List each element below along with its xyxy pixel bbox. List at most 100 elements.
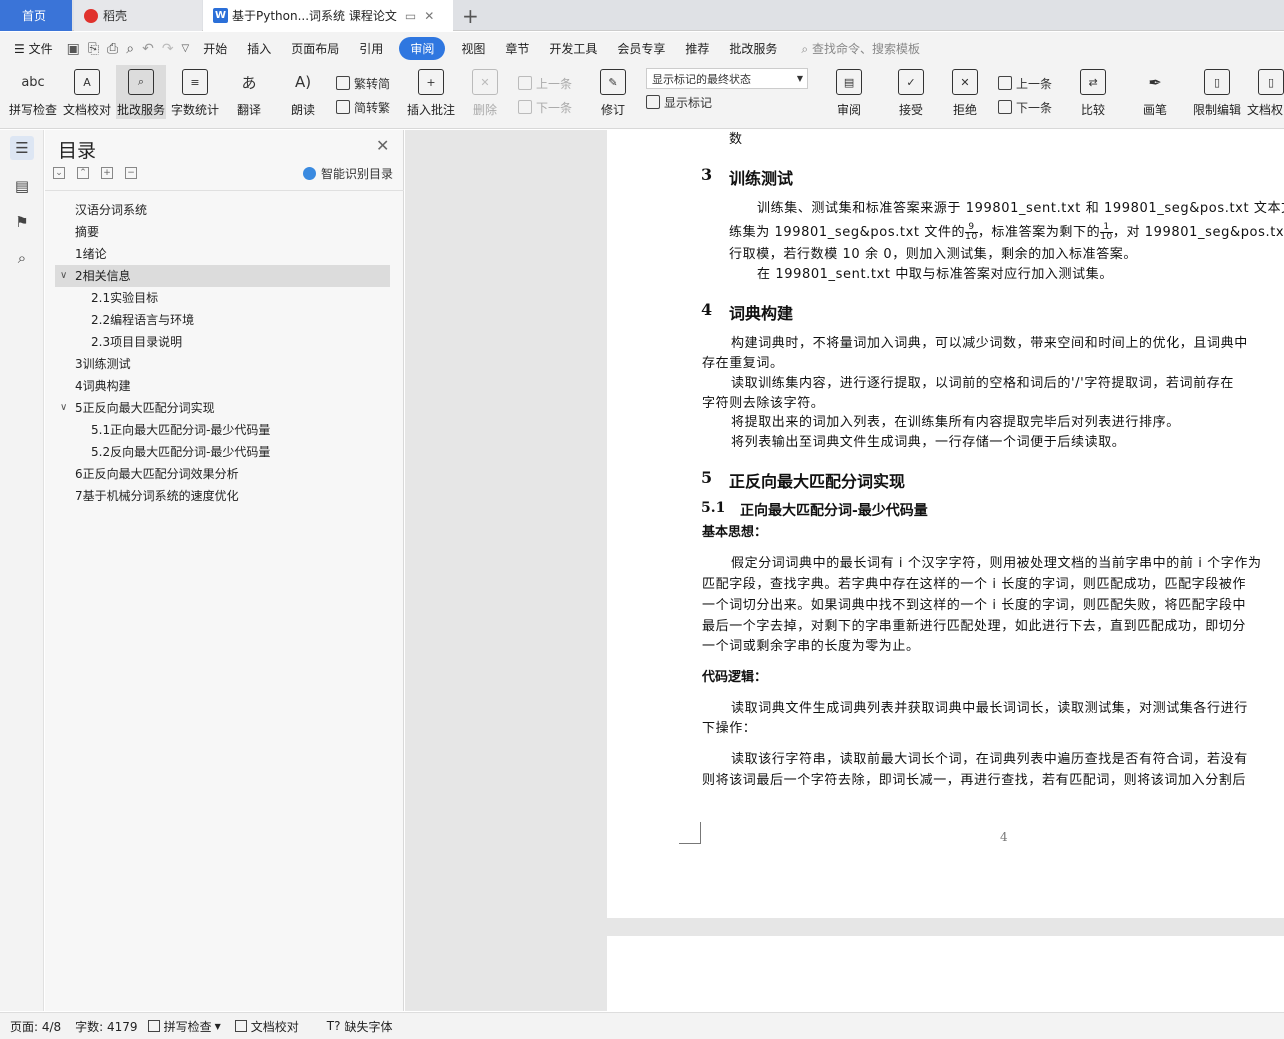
correction-service-button[interactable]: ⌕ 批改服务 <box>116 65 166 119</box>
prev-comment-button[interactable]: 上一条 <box>518 71 572 95</box>
tab-close-icon[interactable]: ✕ <box>424 9 434 23</box>
spellcheck-button[interactable]: abc 拼写检查 <box>8 65 58 119</box>
remove-heading-icon[interactable]: − <box>125 167 137 179</box>
page-margin-corner <box>679 822 701 844</box>
redo-icon[interactable]: ↷ <box>162 41 174 57</box>
trad-to-simp-button[interactable]: 繁转简 <box>336 71 390 95</box>
smart-toc-icon <box>303 167 316 180</box>
compare-button[interactable]: ⇄ 比较 <box>1068 65 1118 119</box>
page-indicator[interactable]: 页面: 4/8 <box>10 1018 61 1035</box>
collapse-all-icon[interactable]: ⌄ <box>53 167 65 179</box>
toc-item[interactable]: 4词典构建 <box>45 375 404 397</box>
menu-item-recommend[interactable]: 推荐 <box>685 40 709 57</box>
wordcount-label: 字数统计 <box>170 103 219 117</box>
toc-item[interactable]: 7基于机械分词系统的速度优化 <box>45 485 404 507</box>
menu-item-start[interactable]: 开始 <box>203 40 227 57</box>
undo-icon[interactable]: ↶ <box>142 41 154 57</box>
translate-button[interactable]: あ翻译 <box>224 65 274 119</box>
save-icon[interactable]: ▣ <box>67 41 80 57</box>
word-count[interactable]: 字数: 4179 <box>75 1018 137 1035</box>
quick-access-dropdown-icon[interactable]: ▽ <box>182 43 190 54</box>
delete-comment-button[interactable]: ✕ 删除 <box>460 65 510 119</box>
close-icon[interactable]: ✕ <box>376 136 389 155</box>
next-comment-button[interactable]: 下一条 <box>518 95 572 119</box>
search-icon[interactable]: ⌕ <box>10 246 34 270</box>
outline-icon[interactable]: ☰ <box>10 136 34 160</box>
menu-item-member[interactable]: 会员专享 <box>617 40 665 57</box>
menu-item-layout[interactable]: 页面布局 <box>291 40 339 57</box>
read-aloud-button[interactable]: A) 朗读 <box>278 65 328 119</box>
status-spellcheck[interactable]: 拼写检查 ▼ <box>147 1018 221 1035</box>
accept-button[interactable]: ✓ 接受 <box>886 65 936 119</box>
review-pane-button[interactable]: ▤ 审阅 <box>824 65 874 119</box>
command-search[interactable]: ⌕ 查找命令、搜索模板 <box>801 40 920 57</box>
file-menu[interactable]: ☰ 文件 <box>14 40 53 57</box>
body-text: 假定分词词典中的最长词有 i 个汉字字符，则用被处理文档的当前字串中的前 i 个… <box>731 556 1262 571</box>
ribbon-toolbar: abc 拼写检查 A 文档校对 ⌕ 批改服务 ≡ 字数统计 あ翻译 A) 朗读 繁转简 简… <box>0 65 1284 129</box>
toc-item[interactable]: 3训练测试 <box>45 353 404 375</box>
toc-item[interactable]: 摘要 <box>45 221 404 243</box>
reject-button[interactable]: ✕ 拒绝 <box>940 65 990 119</box>
add-heading-icon[interactable]: + <box>101 167 113 179</box>
tab-home-label: 首页 <box>22 9 47 23</box>
doccheck-button[interactable]: A 文档校对 <box>62 65 112 119</box>
compare-icon: ⇄ <box>1080 69 1107 95</box>
doc-rights-button[interactable]: ▯ 文档权限 <box>1246 65 1284 119</box>
menu-item-developer[interactable]: 开发工具 <box>549 40 597 57</box>
simp-to-trad-button[interactable]: 简转繁 <box>336 95 390 119</box>
toc-item[interactable]: 5.2反向最大匹配分词-最少代码量 <box>45 441 404 463</box>
toc-item[interactable]: ∨ 5正反向最大匹配分词实现 <box>45 397 404 419</box>
chapter-icon[interactable]: ▤ <box>10 174 34 198</box>
tab-pin-icon[interactable]: ▭ <box>405 9 416 23</box>
show-markup-button[interactable]: 显示标记 <box>646 89 808 115</box>
status-missing-font[interactable]: T? 缺失字体 <box>327 1018 393 1035</box>
insert-comment-button[interactable]: + 插入批注 <box>406 65 456 119</box>
toc-item-selected[interactable]: ∨ 2相关信息 <box>55 265 390 287</box>
pen-label: 画笔 <box>1143 103 1168 117</box>
tab-home[interactable]: 首页 <box>0 0 72 31</box>
smart-toc-button[interactable]: 智能识别目录 <box>303 165 393 182</box>
print-icon[interactable]: ⎙ <box>107 41 118 57</box>
chevron-down-icon: ▼ <box>796 74 804 83</box>
tab-document-label: 基于Python...词系统 课程论文 <box>232 9 397 23</box>
toc-item[interactable]: 2.3项目目录说明 <box>45 331 404 353</box>
tab-daoke[interactable]: 稻壳 <box>74 0 202 31</box>
status-doccheck[interactable]: 文档校对 <box>234 1018 299 1035</box>
expand-up-icon[interactable]: ⌃ <box>77 167 89 179</box>
print-preview-icon[interactable]: ⌕ <box>126 41 134 57</box>
toc-item[interactable]: 汉语分词系统 <box>45 199 404 221</box>
fraction: 9 10 <box>965 223 978 242</box>
menu-item-correction[interactable]: 批改服务 <box>729 40 777 57</box>
body-text: 将列表输出至词典文件生成词典，一行存储一个词便于后续读取。 <box>731 435 1126 450</box>
menu-item-view[interactable]: 视图 <box>461 40 485 57</box>
toc-item[interactable]: 2.2编程语言与环境 <box>45 309 404 331</box>
next-change-button[interactable]: 下一条 <box>998 95 1052 119</box>
toc-item[interactable]: 5.1正向最大匹配分词-最少代码量 <box>45 419 404 441</box>
pen-button[interactable]: ✒ 画笔 <box>1130 65 1180 119</box>
chevron-down-icon[interactable]: ∨ <box>60 397 67 419</box>
menu-item-insert[interactable]: 插入 <box>247 40 271 57</box>
menu-item-references[interactable]: 引用 <box>359 40 383 57</box>
document-page[interactable] <box>607 936 1284 1011</box>
document-page[interactable]: 数 3 训练测试 训练集、测试集和标准答案来源于 199801_sent.txt… <box>607 130 1284 918</box>
toc-item[interactable]: 6正反向最大匹配分词效果分析 <box>45 463 404 485</box>
restrict-edit-button[interactable]: ▯ 限制编辑 <box>1192 65 1242 119</box>
new-tab-button[interactable]: + <box>462 4 479 28</box>
toc-item[interactable]: 1绪论 <box>45 243 404 265</box>
prev-change-button[interactable]: 上一条 <box>998 71 1052 95</box>
markup-mode-select[interactable]: 显示标记的最终状态 ▼ <box>646 68 809 89</box>
chevron-down-icon[interactable]: ∨ <box>60 265 67 287</box>
menu-bar: ☰ 文件 ▣ ⎘ ⎙ ⌕ ↶ ↷ ▽ 开始 插入 页面布局 引用 审阅 视图 章… <box>0 32 1284 65</box>
track-changes-button[interactable]: ✎ 修订 <box>588 65 638 119</box>
toc-item[interactable]: 2.1实验目标 <box>45 287 404 309</box>
tab-document[interactable]: W 基于Python...词系统 课程论文 ▭ ✕ <box>203 0 453 31</box>
menu-item-review[interactable]: 审阅 <box>399 37 446 60</box>
export-pdf-icon[interactable]: ⎘ <box>88 41 99 57</box>
bookmark-icon[interactable]: ⚑ <box>10 210 34 234</box>
document-canvas[interactable]: 数 3 训练测试 训练集、测试集和标准答案来源于 199801_sent.txt… <box>405 130 1284 1011</box>
body-text: 下操作： <box>702 721 757 736</box>
wordcount-button[interactable]: ≡ 字数统计 <box>170 65 220 119</box>
correction-service-label: 批改服务 <box>116 103 165 117</box>
toc-title: 目录 <box>58 140 97 162</box>
menu-item-chapter[interactable]: 章节 <box>505 40 529 57</box>
